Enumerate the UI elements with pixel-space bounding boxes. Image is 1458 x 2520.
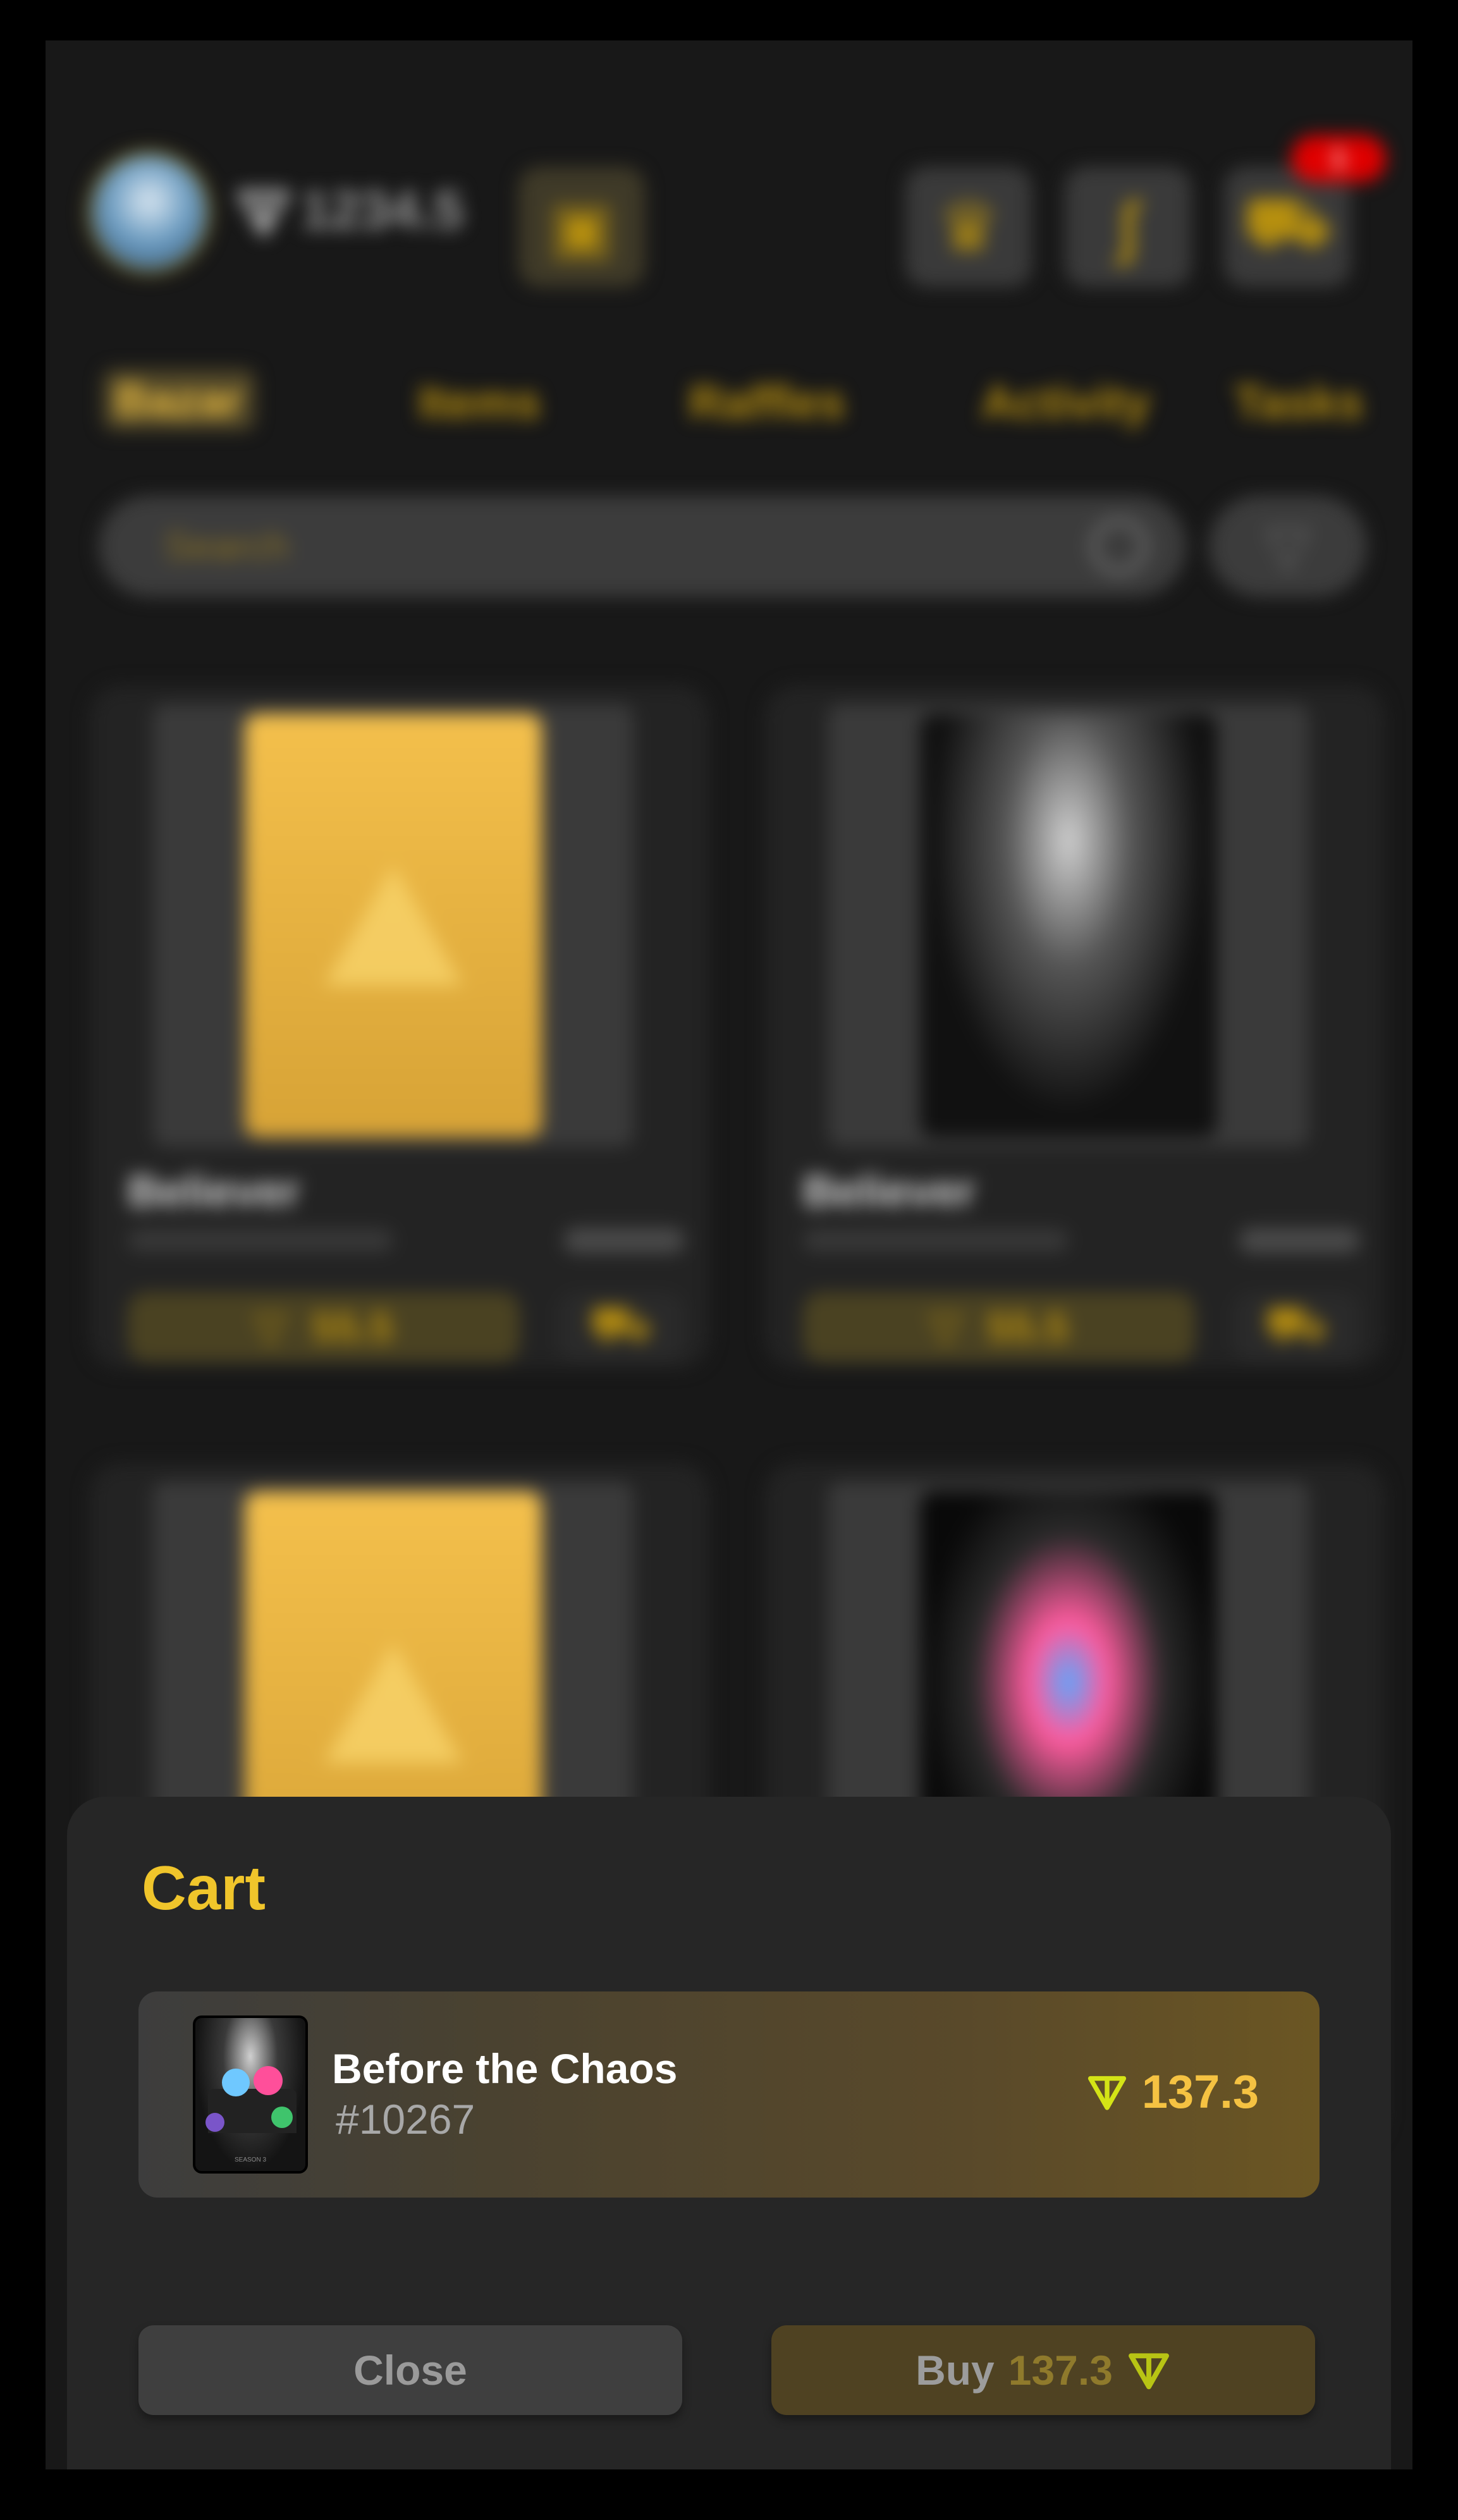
add-to-cart-button[interactable]: ⛟ (1233, 1292, 1359, 1362)
ton-icon: ▽ (929, 1303, 962, 1350)
tab-bazar[interactable]: Bazar (102, 369, 255, 431)
item-number: #10267 (336, 2096, 475, 2143)
wallet-button[interactable]: ▣ (518, 167, 645, 287)
search-input[interactable]: Search (99, 496, 1186, 597)
cart-item[interactable]: SEASON 3 Before the Chaos #10267 137.3 (138, 1991, 1320, 2198)
card-title: Believer (128, 1166, 300, 1216)
tab-raffles[interactable]: Raffles (689, 376, 845, 429)
card-title: Believer (803, 1166, 976, 1216)
cart-title: Cart (142, 1853, 266, 1923)
buy-button-label: Buy (916, 2347, 995, 2394)
cart-button[interactable]: ⛟ (1224, 167, 1351, 287)
card-image (920, 714, 1217, 1137)
card-price-button[interactable]: ▽ 55.5 (803, 1292, 1195, 1362)
card-subtitle (803, 1229, 1069, 1252)
card-number (564, 1228, 684, 1253)
trophy-icon: ♛ (937, 188, 1000, 266)
card-image-frame (828, 704, 1309, 1147)
ton-icon: ▽ (254, 1303, 287, 1350)
ton-icon (237, 189, 290, 237)
pepe-icon: ʃ (1116, 188, 1140, 266)
card-price-button[interactable]: ▽ 55.5 (128, 1292, 520, 1362)
user-avatar[interactable] (86, 149, 212, 276)
card-image (245, 714, 542, 1137)
card-number (1239, 1228, 1359, 1253)
buy-amount: 137.3 (1008, 2347, 1113, 2394)
cart-count-badge: 1 (1291, 135, 1386, 182)
filter-icon: ▽ (1266, 515, 1310, 578)
ton-icon (1087, 2076, 1126, 2110)
balance-value: 1234.5 (301, 180, 463, 240)
cart-sheet: Cart SEASON 3 Before the Chaos #10267 13… (67, 1797, 1391, 2469)
card-price: 55.5 (987, 1304, 1069, 1350)
tab-tasks[interactable]: Tasks (1234, 376, 1363, 429)
close-button[interactable]: Close (138, 2325, 682, 2415)
search-icon (1090, 517, 1148, 575)
wallet-icon: ▣ (549, 188, 615, 266)
close-button-label: Close (353, 2347, 467, 2394)
cart-icon: ⛟ (1264, 1295, 1328, 1352)
filter-button[interactable]: ▽ (1209, 496, 1367, 597)
item-name: Before the Chaos (332, 2045, 678, 2092)
product-card[interactable]: Believer ▽ 55.5 ⛟ (765, 685, 1385, 1368)
card-image-frame (153, 704, 634, 1147)
item-thumbnail: SEASON 3 (193, 2015, 308, 2174)
cart-icon: ⛟ (589, 1295, 653, 1352)
cart-icon: ⛟ (1243, 183, 1332, 261)
pepe-button[interactable]: ʃ (1065, 167, 1191, 287)
warning-icon (324, 865, 463, 986)
buy-button[interactable]: Buy 137.3 (771, 2325, 1315, 2415)
item-price-value: 137.3 (1141, 2065, 1259, 2118)
trophy-button[interactable]: ♛ (905, 167, 1032, 287)
search-placeholder: Search (164, 524, 289, 568)
warning-icon (324, 1643, 463, 1763)
add-to-cart-button[interactable]: ⛟ (558, 1292, 684, 1362)
balance: 1234.5 (235, 180, 463, 241)
screen: 1234.5 ▣ ♛ ʃ ⛟ 1 Bazar Items Raffles Act… (46, 40, 1412, 2469)
thumbnail-caption: SEASON 3 (234, 2156, 267, 2163)
tab-activity[interactable]: Activity (981, 376, 1150, 429)
card-subtitle (128, 1229, 393, 1252)
product-card[interactable]: Believer ▽ 55.5 ⛟ (90, 685, 709, 1368)
tab-bar: Bazar Items Raffles Activity Tasks (102, 369, 1367, 432)
tab-items[interactable]: Items (419, 376, 541, 429)
item-price: 137.3 (1086, 2065, 1259, 2119)
ton-icon (1128, 2353, 1169, 2390)
card-price: 55.5 (312, 1304, 393, 1350)
